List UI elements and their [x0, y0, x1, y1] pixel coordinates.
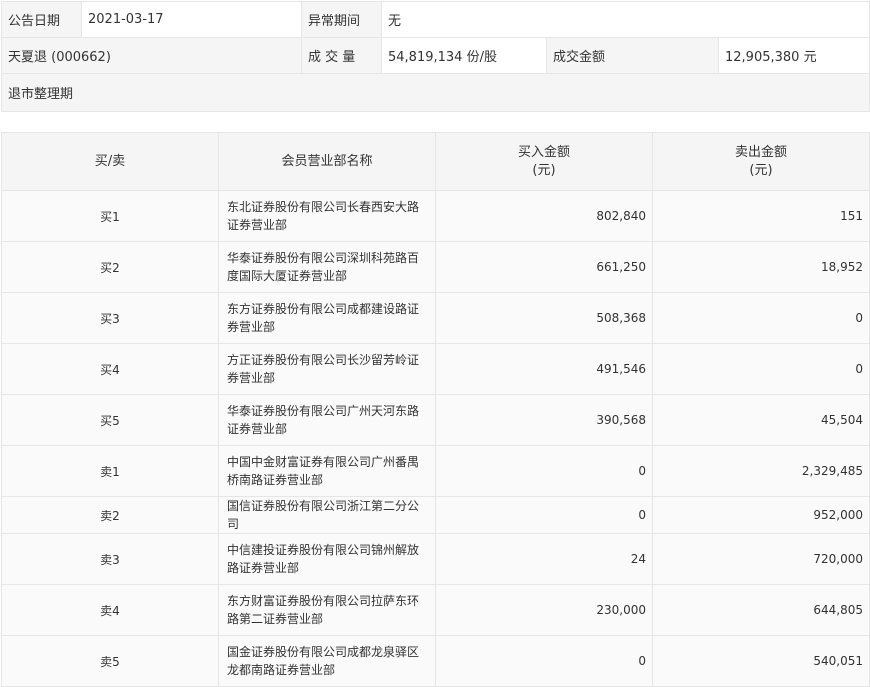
summary-row-date: 公告日期 2021-03-17 异常期间 无 — [1, 1, 870, 38]
table-row: 卖2 国信证券股份有限公司浙江第二分公司 0 952,000 — [1, 496, 870, 534]
row-buy-amount: 0 — [435, 445, 653, 497]
summary-row-reason: 退市整理期 — [1, 73, 870, 112]
table-row: 卖4 东方财富证券股份有限公司拉萨东环路第二证券营业部 230,000 644,… — [1, 584, 870, 636]
table-row: 卖5 国金证券股份有限公司成都龙泉驿区龙都南路证券营业部 0 540,051 — [1, 635, 870, 687]
row-branch-name: 东方证券股份有限公司成都建设路证券营业部 — [218, 292, 436, 344]
announcement-summary-table: 公告日期 2021-03-17 异常期间 无 天夏退 (000662) 成 交 … — [1, 1, 870, 112]
row-branch-name: 华泰证券股份有限公司广州天河东路证券营业部 — [218, 394, 436, 446]
volume-label: 成 交 量 — [301, 37, 382, 74]
row-side: 买5 — [1, 394, 219, 446]
row-branch-name: 东北证券股份有限公司长春西安大路证券营业部 — [218, 190, 436, 242]
row-branch-name: 国金证券股份有限公司成都龙泉驿区龙都南路证券营业部 — [218, 635, 436, 687]
row-sell-amount: 540,051 — [652, 635, 870, 687]
table-row: 买4 方正证券股份有限公司长沙留芳岭证券营业部 491,546 0 — [1, 343, 870, 395]
header-sell-amount: 卖出金额 (元) — [652, 132, 870, 191]
row-branch-name: 东方财富证券股份有限公司拉萨东环路第二证券营业部 — [218, 584, 436, 636]
row-sell-amount: 0 — [652, 343, 870, 395]
row-buy-amount: 230,000 — [435, 584, 653, 636]
row-buy-amount: 0 — [435, 496, 653, 534]
period-label: 异常期间 — [301, 1, 382, 38]
row-sell-amount: 952,000 — [652, 496, 870, 534]
row-side: 卖1 — [1, 445, 219, 497]
period-value: 无 — [381, 1, 870, 38]
broker-trading-table: 买/卖 会员营业部名称 买入金额 (元) 卖出金额 (元) 买1 东北证券股份有限公… — [1, 132, 870, 687]
row-buy-amount: 802,840 — [435, 190, 653, 242]
listing-reason: 退市整理期 — [1, 73, 870, 112]
table-row: 卖3 中信建投证券股份有限公司锦州解放路证券营业部 24 720,000 — [1, 533, 870, 585]
row-sell-amount: 720,000 — [652, 533, 870, 585]
row-sell-amount: 2,329,485 — [652, 445, 870, 497]
amount-label: 成交金额 — [546, 37, 719, 74]
row-side: 卖4 — [1, 584, 219, 636]
row-side: 卖2 — [1, 496, 219, 534]
row-sell-amount: 644,805 — [652, 584, 870, 636]
row-buy-amount: 390,568 — [435, 394, 653, 446]
table-header-row: 买/卖 会员营业部名称 买入金额 (元) 卖出金额 (元) — [1, 132, 870, 191]
row-branch-name: 华泰证券股份有限公司深圳科苑路百度国际大厦证券营业部 — [218, 241, 436, 293]
header-side: 买/卖 — [1, 132, 219, 191]
row-sell-amount: 0 — [652, 292, 870, 344]
row-side: 卖3 — [1, 533, 219, 585]
table-row: 卖1 中国中金财富证券有限公司广州番禺桥南路证券营业部 0 2,329,485 — [1, 445, 870, 497]
date-label: 公告日期 — [1, 1, 82, 38]
row-sell-amount: 18,952 — [652, 241, 870, 293]
row-side: 买2 — [1, 241, 219, 293]
table-row: 买5 华泰证券股份有限公司广州天河东路证券营业部 390,568 45,504 — [1, 394, 870, 446]
stock-name: 天夏退 (000662) — [1, 37, 302, 74]
row-side: 买3 — [1, 292, 219, 344]
row-buy-amount: 491,546 — [435, 343, 653, 395]
header-buy-amount: 买入金额 (元) — [435, 132, 653, 191]
row-buy-amount: 508,368 — [435, 292, 653, 344]
date-value: 2021-03-17 — [81, 1, 302, 38]
row-side: 卖5 — [1, 635, 219, 687]
volume-value: 54,819,134 份/股 — [381, 37, 547, 74]
row-sell-amount: 45,504 — [652, 394, 870, 446]
row-side: 买4 — [1, 343, 219, 395]
row-side: 买1 — [1, 190, 219, 242]
row-branch-name: 方正证券股份有限公司长沙留芳岭证券营业部 — [218, 343, 436, 395]
row-sell-amount: 151 — [652, 190, 870, 242]
row-branch-name: 中信建投证券股份有限公司锦州解放路证券营业部 — [218, 533, 436, 585]
row-branch-name: 国信证券股份有限公司浙江第二分公司 — [218, 496, 436, 534]
summary-row-stock: 天夏退 (000662) 成 交 量 54,819,134 份/股 成交金额 1… — [1, 37, 870, 74]
row-buy-amount: 661,250 — [435, 241, 653, 293]
row-buy-amount: 24 — [435, 533, 653, 585]
table-row: 买1 东北证券股份有限公司长春西安大路证券营业部 802,840 151 — [1, 190, 870, 242]
table-row: 买3 东方证券股份有限公司成都建设路证券营业部 508,368 0 — [1, 292, 870, 344]
header-branch: 会员营业部名称 — [218, 132, 436, 191]
row-buy-amount: 0 — [435, 635, 653, 687]
table-row: 买2 华泰证券股份有限公司深圳科苑路百度国际大厦证券营业部 661,250 18… — [1, 241, 870, 293]
row-branch-name: 中国中金财富证券有限公司广州番禺桥南路证券营业部 — [218, 445, 436, 497]
amount-value: 12,905,380 元 — [718, 37, 870, 74]
